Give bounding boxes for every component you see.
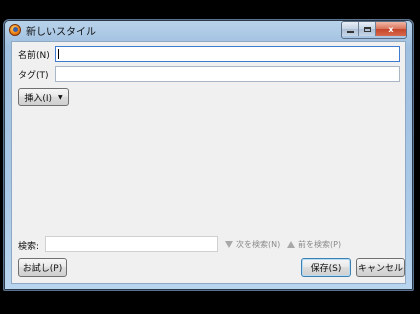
find-next-button[interactable]: 次を検索(N) xyxy=(225,239,280,250)
desktop-background: 新しいスタイル x 名前(N) タグ(T) 挿入(I) ▼ 検索: 次を検索(N… xyxy=(0,0,420,314)
find-input[interactable] xyxy=(45,236,218,252)
find-previous-label: 前を検索(P) xyxy=(298,240,342,249)
cancel-button[interactable]: キャンセル xyxy=(356,258,405,277)
name-input[interactable] xyxy=(55,46,400,62)
css-editor[interactable] xyxy=(20,124,397,252)
arrow-up-icon xyxy=(287,241,295,248)
minimize-button[interactable] xyxy=(342,22,359,36)
chevron-down-icon: ▼ xyxy=(58,93,63,101)
new-style-dialog: 新しいスタイル x 名前(N) タグ(T) 挿入(I) ▼ 検索: 次を検索(N… xyxy=(3,19,414,291)
insert-button-label: 挿入(I) xyxy=(24,93,53,104)
window-title: 新しいスタイル xyxy=(26,27,96,38)
arrow-down-icon xyxy=(225,241,233,248)
find-next-label: 次を検索(N) xyxy=(236,240,281,249)
maximize-button[interactable] xyxy=(359,22,376,36)
maximize-icon xyxy=(363,26,371,32)
firefox-icon xyxy=(9,24,21,36)
tag-label: タグ(T) xyxy=(18,71,49,81)
tag-input[interactable] xyxy=(55,66,400,82)
cancel-button-label: キャンセル xyxy=(357,264,403,274)
minimize-icon xyxy=(346,30,354,33)
close-icon: x xyxy=(388,24,394,34)
dialog-client-area: 名前(N) タグ(T) 挿入(I) ▼ 検索: 次を検索(N) 前を検索(P) … xyxy=(11,41,406,284)
title-bar[interactable]: 新しいスタイル x xyxy=(4,20,413,42)
name-label: 名前(N) xyxy=(18,51,50,61)
caption-buttons: x xyxy=(341,21,407,39)
close-button[interactable]: x xyxy=(376,22,406,36)
insert-button[interactable]: 挿入(I) ▼ xyxy=(18,88,69,106)
save-button-label: 保存(S) xyxy=(310,264,342,274)
preview-button[interactable]: お試し(P) xyxy=(18,258,67,277)
find-previous-button[interactable]: 前を検索(P) xyxy=(287,239,341,250)
preview-button-label: お試し(P) xyxy=(22,264,63,274)
text-caret xyxy=(58,49,59,59)
save-button[interactable]: 保存(S) xyxy=(301,258,351,277)
find-label: 検索: xyxy=(18,242,40,252)
